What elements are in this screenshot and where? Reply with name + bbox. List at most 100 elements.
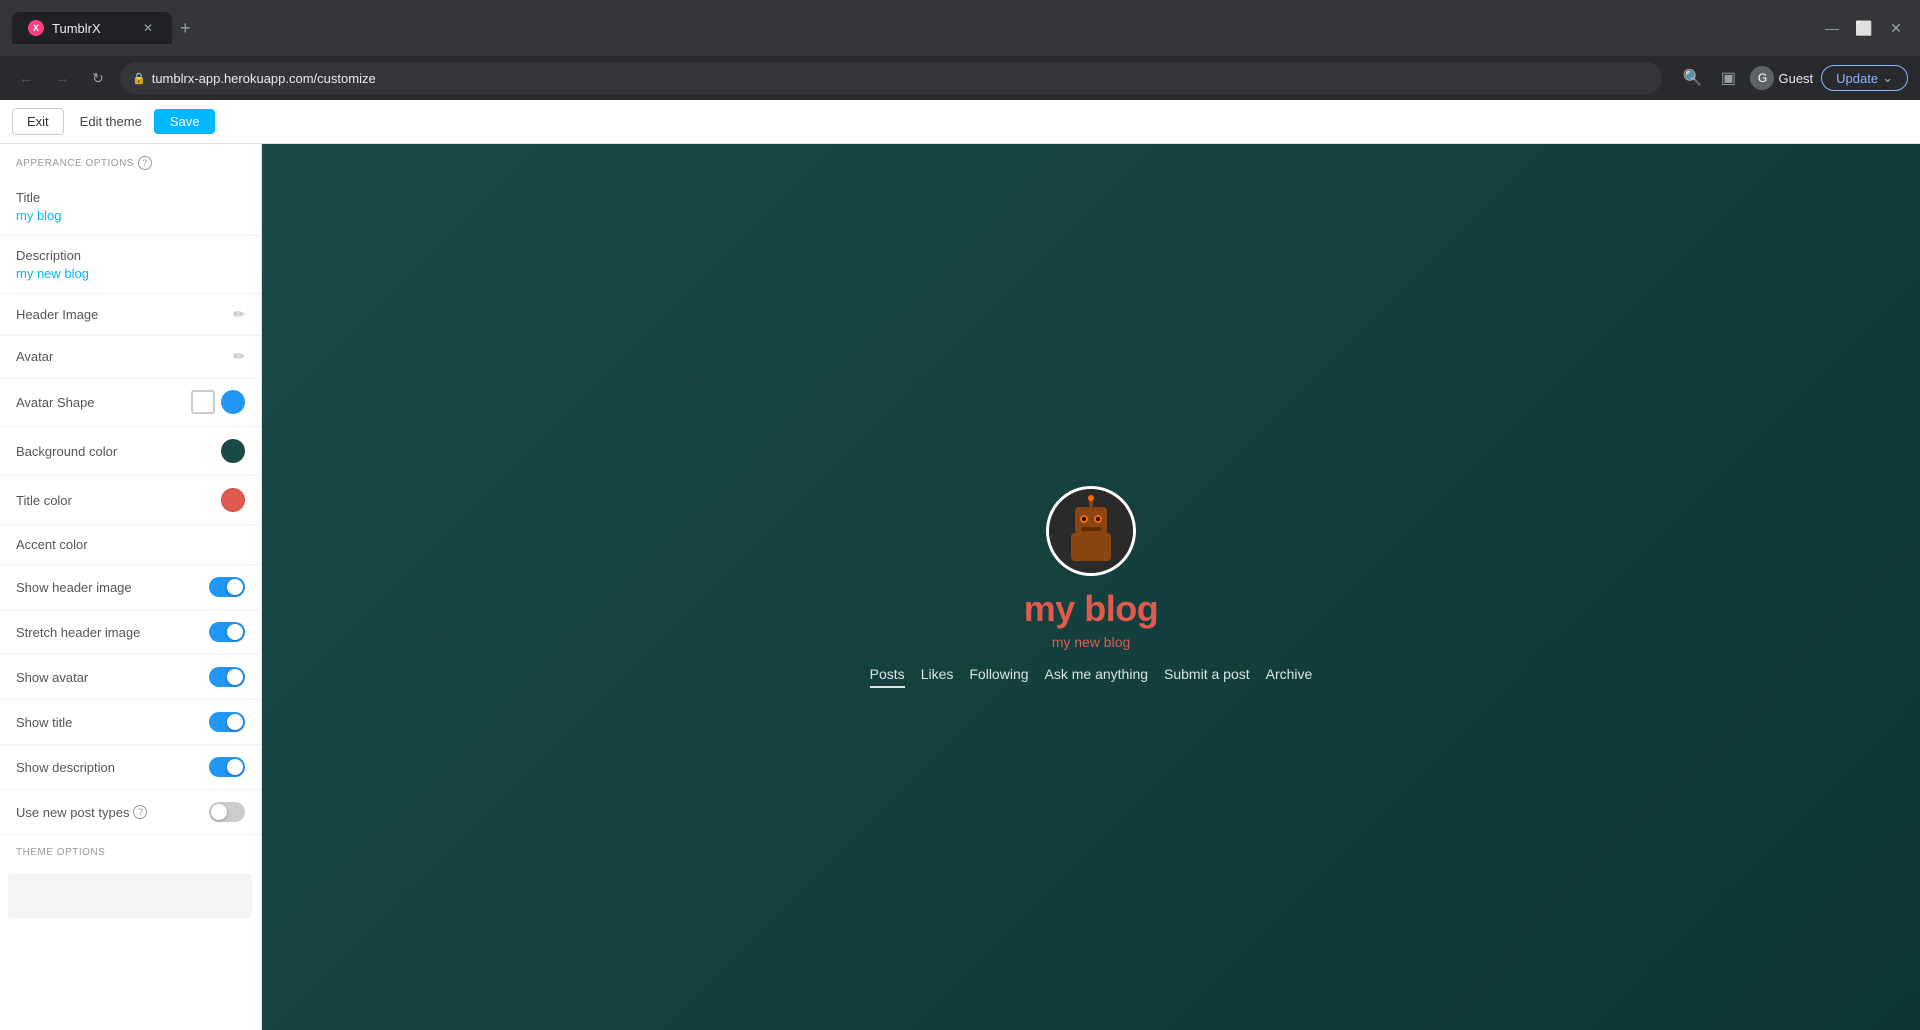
use-new-post-types-switch[interactable] (209, 802, 245, 822)
show-header-image-switch[interactable] (209, 577, 245, 597)
nav-submit[interactable]: Submit a post (1164, 666, 1250, 688)
show-description-label: Show description (16, 760, 115, 775)
show-description-toggle[interactable] (209, 757, 245, 777)
reload-btn[interactable]: ↻ (84, 64, 112, 92)
stretch-header-image-toggle[interactable] (209, 622, 245, 642)
header-image-label: Header Image (16, 307, 98, 322)
update-btn[interactable]: Update ⌄ (1821, 65, 1908, 91)
theme-options-placeholder (8, 874, 253, 918)
new-tab-btn[interactable]: + (176, 14, 195, 43)
avatar-shape-field: Avatar Shape (0, 378, 261, 427)
window-controls: — ⬜ ✕ (1820, 16, 1908, 40)
edit-theme-label: Edit theme (80, 114, 142, 129)
lock-icon: 🔒 (132, 72, 146, 85)
square-shape-btn[interactable] (191, 390, 215, 414)
header-image-edit-icon[interactable]: ✏ (233, 306, 245, 323)
show-title-label: Show title (16, 715, 72, 730)
profile-icon: G (1750, 66, 1774, 90)
blog-preview: my blog my new blog Posts Likes Followin… (870, 486, 1313, 688)
background-color-swatch[interactable] (221, 439, 245, 463)
nav-likes[interactable]: Likes (921, 666, 954, 688)
show-title-toggle[interactable] (209, 712, 245, 732)
show-description-field: Show description (0, 745, 261, 790)
tab-bar: X TumblrX ✕ + (12, 12, 1812, 44)
appearance-info-icon[interactable]: ? (138, 156, 152, 170)
circle-shape-btn[interactable] (221, 390, 245, 414)
update-label: Update (1836, 71, 1878, 86)
post-types-info-icon[interactable]: ? (133, 805, 147, 819)
update-chevron: ⌄ (1882, 70, 1893, 86)
description-value[interactable]: my new blog (16, 266, 245, 281)
description-label: Description (16, 248, 245, 263)
avatar-label: Avatar (16, 349, 53, 364)
show-header-image-field: Show header image (0, 565, 261, 610)
show-avatar-field: Show avatar (0, 655, 261, 700)
background-color-label: Background color (16, 444, 117, 459)
appearance-options-label: APPERANCE OPTIONS ? (0, 144, 261, 178)
exit-button[interactable]: Exit (12, 108, 64, 135)
save-button[interactable]: Save (154, 109, 216, 134)
toggle-thumb (227, 669, 243, 685)
show-avatar-label: Show avatar (16, 670, 88, 685)
toggle-thumb (227, 579, 243, 595)
active-tab[interactable]: X TumblrX ✕ (12, 12, 172, 44)
blog-nav-preview: Posts Likes Following Ask me anything Su… (870, 666, 1313, 688)
app-toolbar: Exit Edit theme Save (0, 100, 1920, 144)
show-avatar-switch[interactable] (209, 667, 245, 687)
title-color-label: Title color (16, 493, 72, 508)
show-avatar-toggle[interactable] (209, 667, 245, 687)
show-header-image-toggle[interactable] (209, 577, 245, 597)
sidebar-toggle-btn[interactable]: ▣ (1714, 64, 1742, 92)
nav-archive[interactable]: Archive (1266, 666, 1313, 688)
address-bar[interactable]: 🔒 tumblrx-app.herokuapp.com/customize (120, 62, 1662, 94)
avatar-field: Avatar ✏ (0, 336, 261, 378)
title-color-field: Title color (0, 476, 261, 525)
title-value[interactable]: my blog (16, 208, 245, 223)
browser-chrome: X TumblrX ✕ + — ⬜ ✕ (0, 0, 1920, 56)
use-new-post-types-field: Use new post types ? (0, 790, 261, 835)
show-header-image-label: Show header image (16, 580, 132, 595)
toggle-thumb (227, 759, 243, 775)
stretch-header-image-field: Stretch header image (0, 610, 261, 655)
forward-btn[interactable]: → (48, 64, 76, 92)
use-new-post-types-toggle[interactable] (209, 802, 245, 822)
description-col: Description my new blog (16, 248, 245, 281)
blog-avatar-container (1046, 486, 1136, 576)
title-col: Title my blog (16, 190, 245, 223)
title-label: Title (16, 190, 245, 205)
main-layout: APPERANCE OPTIONS ? Title my blog Descri… (0, 144, 1920, 1030)
accent-color-field: Accent color (0, 525, 261, 565)
tab-favicon: X (28, 20, 44, 36)
back-btn[interactable]: ← (12, 64, 40, 92)
nav-bar: ← → ↻ 🔒 tumblrx-app.herokuapp.com/custom… (0, 56, 1920, 100)
stretch-header-image-label: Stretch header image (16, 625, 140, 640)
nav-actions: 🔍 ▣ G Guest Update ⌄ (1678, 64, 1908, 92)
avatar-edit-icon[interactable]: ✏ (233, 348, 245, 365)
minimize-btn[interactable]: — (1820, 16, 1844, 40)
nav-ask[interactable]: Ask me anything (1045, 666, 1149, 688)
toggle-thumb (211, 804, 227, 820)
blog-title-preview: my blog (1024, 588, 1159, 630)
show-description-switch[interactable] (209, 757, 245, 777)
search-btn[interactable]: 🔍 (1678, 64, 1706, 92)
theme-options-label: THEME OPTIONS (0, 835, 261, 866)
stretch-header-image-switch[interactable] (209, 622, 245, 642)
profile-btn[interactable]: G Guest (1750, 66, 1813, 90)
tab-title: TumblrX (52, 21, 101, 36)
tab-close-btn[interactable]: ✕ (140, 20, 156, 36)
accent-color-label: Accent color (16, 537, 88, 552)
show-title-switch[interactable] (209, 712, 245, 732)
sidebar: APPERANCE OPTIONS ? Title my blog Descri… (0, 144, 262, 1030)
preview-area: my blog my new blog Posts Likes Followin… (262, 144, 1920, 1030)
nav-following[interactable]: Following (969, 666, 1028, 688)
title-field: Title my blog (0, 178, 261, 236)
blog-desc-preview: my new blog (1052, 634, 1131, 650)
description-field: Description my new blog (0, 236, 261, 294)
header-image-field: Header Image ✏ (0, 294, 261, 336)
maximize-btn[interactable]: ⬜ (1852, 16, 1876, 40)
url-text: tumblrx-app.herokuapp.com/customize (152, 71, 376, 86)
close-btn[interactable]: ✕ (1884, 16, 1908, 40)
nav-posts[interactable]: Posts (870, 666, 905, 688)
title-color-swatch[interactable] (221, 488, 245, 512)
avatar-shape-toggle[interactable] (191, 390, 245, 414)
